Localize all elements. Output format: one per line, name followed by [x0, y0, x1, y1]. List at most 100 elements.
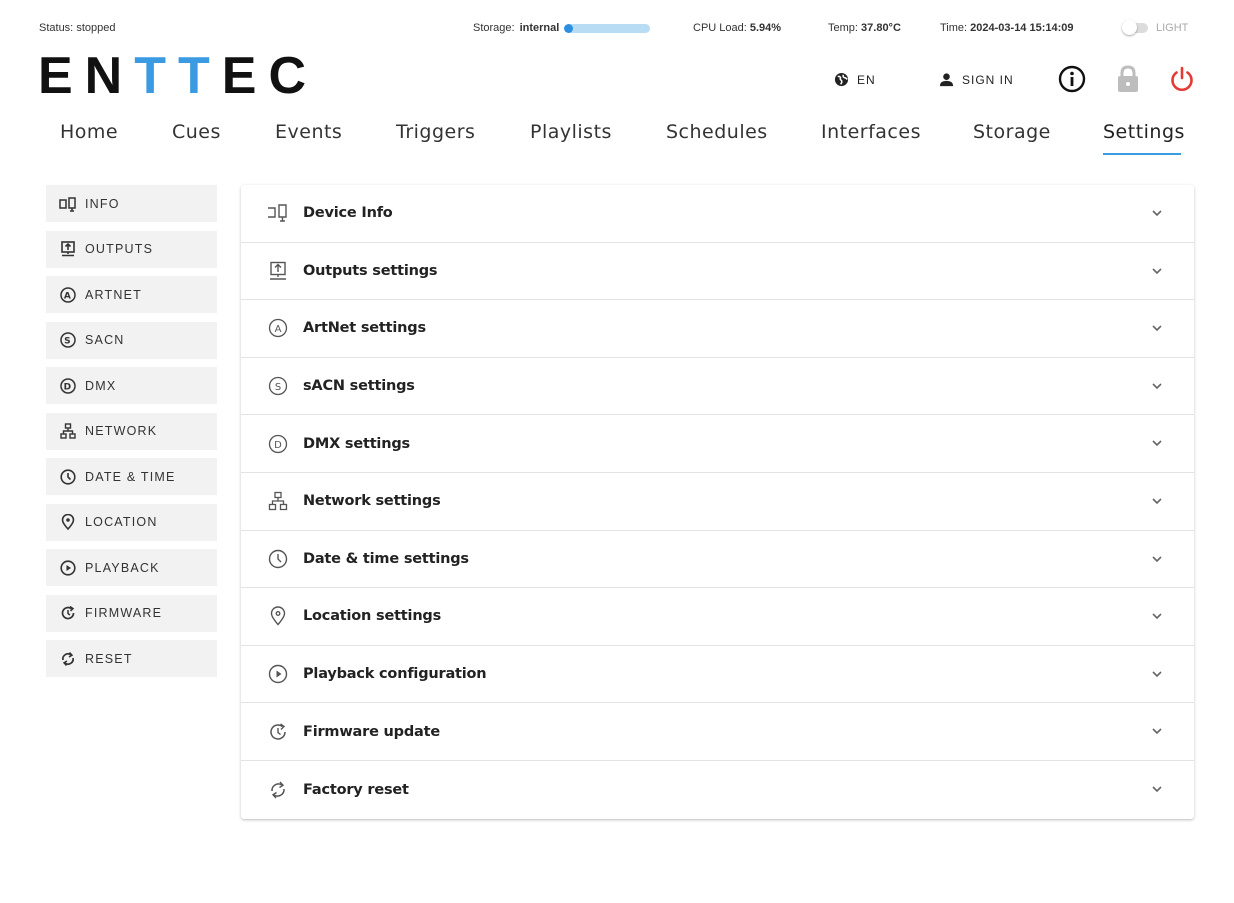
chevron-down-icon[interactable]	[1150, 782, 1164, 796]
section-sacn-settings[interactable]: S sACN settings	[241, 358, 1194, 416]
power-icon	[1168, 65, 1196, 93]
active-tab-indicator	[1103, 153, 1181, 155]
sidebar-item-label: SACN	[85, 333, 125, 347]
tab-home[interactable]: Home	[60, 121, 118, 143]
outputs-icon	[59, 240, 77, 258]
storage-label: Storage:	[473, 22, 515, 34]
sidebar-item-label: PLAYBACK	[85, 560, 160, 575]
section-label: Device Info	[303, 205, 393, 222]
sidebar-item-info[interactable]: INFO	[46, 185, 217, 222]
sidebar-item-label: ARTNET	[85, 287, 142, 302]
sidebar-item-sacn[interactable]: S SACN	[46, 321, 217, 359]
sidebar-item-network[interactable]: NETWORK	[46, 412, 217, 450]
play-icon	[267, 663, 289, 685]
storage-bar-fill	[564, 23, 573, 33]
tab-settings[interactable]: Settings	[1103, 121, 1185, 143]
section-label: Outputs settings	[303, 262, 438, 279]
logo-part-2: TT	[134, 47, 222, 105]
outputs-icon	[267, 260, 289, 282]
location-icon	[59, 513, 77, 531]
sidebar-item-firmware[interactable]: FIRMWARE	[46, 594, 217, 632]
chevron-down-icon[interactable]	[1150, 436, 1164, 450]
section-label: Location settings	[303, 608, 442, 625]
section-outputs-settings[interactable]: Outputs settings	[241, 243, 1194, 301]
language-label: EN	[857, 72, 876, 87]
theme-switch[interactable]	[1122, 20, 1148, 35]
theme-switch-knob	[1122, 20, 1137, 35]
chevron-down-icon[interactable]	[1150, 264, 1164, 278]
section-dmx-settings[interactable]: D DMX settings	[241, 415, 1194, 473]
section-playback-configuration[interactable]: Playback configuration	[241, 646, 1194, 704]
section-firmware-update[interactable]: Firmware update	[241, 703, 1194, 761]
tab-interfaces[interactable]: Interfaces	[821, 121, 921, 143]
location-icon	[267, 605, 289, 627]
section-date-time-settings[interactable]: Date & time settings	[241, 531, 1194, 589]
chevron-down-icon[interactable]	[1150, 609, 1164, 623]
artnet-icon: A	[267, 317, 289, 339]
info-icon	[1058, 65, 1086, 93]
section-label: ArtNet settings	[303, 320, 426, 337]
update-icon	[59, 604, 77, 622]
network-icon	[59, 422, 77, 440]
language-selector[interactable]: EN	[834, 72, 876, 87]
sidebar-item-location[interactable]: LOCATION	[46, 503, 217, 541]
chevron-down-icon[interactable]	[1150, 667, 1164, 681]
sidebar-item-label: DMX	[85, 378, 117, 393]
info-button[interactable]	[1057, 64, 1087, 94]
sign-in-button[interactable]: SIGN IN	[939, 72, 1014, 87]
sidebar-item-label: LOCATION	[85, 515, 158, 529]
section-factory-reset[interactable]: Factory reset	[241, 761, 1194, 819]
cpu-value: 5.94%	[749, 22, 782, 34]
chevron-down-icon[interactable]	[1150, 321, 1164, 335]
tab-playlists[interactable]: Playlists	[530, 121, 612, 143]
time-display: Time: 2024-03-14 15:14:09	[940, 22, 1074, 34]
chevron-down-icon[interactable]	[1150, 724, 1164, 738]
sidebar-item-outputs[interactable]: OUTPUTS	[46, 230, 217, 268]
power-button[interactable]	[1167, 64, 1197, 94]
sidebar-item-artnet[interactable]: A ARTNET	[46, 276, 217, 313]
section-network-settings[interactable]: Network settings	[241, 473, 1194, 531]
time-label: Time:	[940, 22, 968, 34]
tab-events[interactable]: Events	[275, 121, 342, 143]
cpu-label: CPU Load:	[693, 22, 747, 34]
storage-bar	[564, 23, 651, 33]
tab-triggers[interactable]: Triggers	[396, 121, 475, 143]
sidebar-item-label: INFO	[85, 196, 120, 211]
sidebar-item-reset[interactable]: RESET	[46, 640, 217, 677]
device-icon	[59, 195, 77, 213]
status-indicator: Status: stopped	[39, 22, 115, 34]
reset-icon	[59, 650, 77, 668]
sidebar-item-date-time[interactable]: DATE & TIME	[46, 458, 217, 495]
reset-icon	[267, 779, 289, 801]
temp-value: 37.80°C	[861, 22, 901, 34]
enttec-logo[interactable]: ENTTEC	[38, 46, 318, 106]
lock-button[interactable]	[1113, 64, 1143, 94]
sidebar-item-label: DATE & TIME	[85, 469, 176, 484]
logo-part-1: EN	[38, 47, 135, 105]
chevron-down-icon[interactable]	[1150, 379, 1164, 393]
section-artnet-settings[interactable]: A ArtNet settings	[241, 300, 1194, 358]
section-label: Network settings	[303, 493, 441, 510]
section-label: Playback configuration	[303, 666, 487, 683]
tab-storage[interactable]: Storage	[973, 121, 1051, 143]
temperature: Temp: 37.80°C	[828, 22, 901, 34]
sacn-icon: S	[59, 331, 77, 349]
section-location-settings[interactable]: Location settings	[241, 588, 1194, 646]
sacn-icon: S	[267, 375, 289, 397]
tab-cues[interactable]: Cues	[172, 121, 221, 143]
section-label: DMX settings	[303, 435, 410, 452]
theme-toggle[interactable]: LIGHT	[1122, 20, 1189, 35]
section-label: Date & time settings	[303, 550, 469, 567]
chevron-down-icon[interactable]	[1150, 206, 1164, 220]
section-device-info[interactable]: Device Info	[241, 185, 1194, 243]
status-value: stopped	[76, 22, 116, 34]
svg-text:S: S	[64, 337, 72, 347]
sidebar-item-dmx[interactable]: D DMX	[46, 367, 217, 404]
tab-schedules[interactable]: Schedules	[666, 121, 768, 143]
lock-icon	[1116, 64, 1140, 94]
chevron-down-icon[interactable]	[1150, 552, 1164, 566]
artnet-icon: A	[59, 286, 77, 304]
sidebar-item-playback[interactable]: PLAYBACK	[46, 549, 217, 586]
chevron-down-icon[interactable]	[1150, 494, 1164, 508]
theme-label: LIGHT	[1156, 22, 1189, 34]
